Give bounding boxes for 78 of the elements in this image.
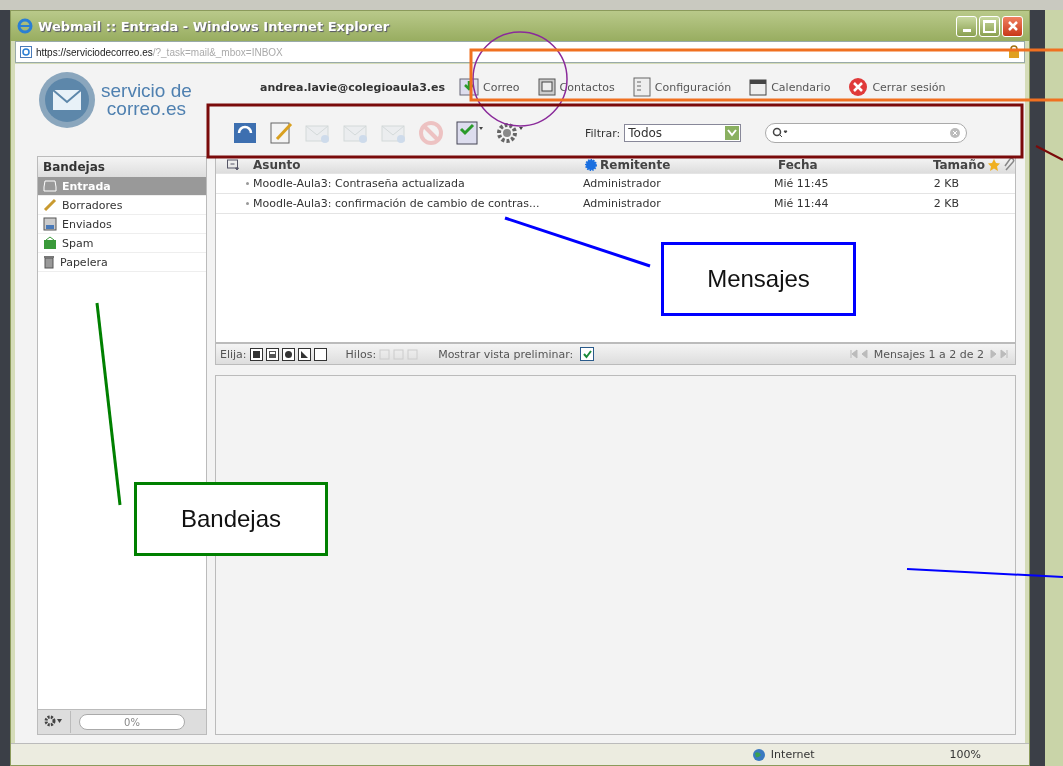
caret-icon (727, 129, 738, 137)
lock-icon (1008, 45, 1020, 59)
bullet-icon (246, 202, 249, 205)
printer-icon (43, 217, 57, 231)
select-all-icon[interactable] (249, 347, 263, 361)
date-cell-text: Mié 11:45 (774, 177, 830, 190)
close-button[interactable] (1002, 15, 1023, 37)
logo-text: correo.es (106, 100, 186, 118)
preview-checkbox[interactable] (580, 347, 595, 361)
column-header[interactable]: Tamaño (895, 157, 985, 172)
message-count: Mensajes 1 a 2 de 2 (873, 347, 984, 361)
sender-cell-text: Administrador (583, 177, 662, 190)
size-cell-text: 2 KB (932, 197, 959, 210)
message-row[interactable]: Moodle-Aula3: confirmación de cambio de contras... Administrador Mié 11:44 2 KB (216, 194, 1015, 214)
last-page-icon[interactable] (987, 349, 1009, 359)
panel-title: Bandejas (38, 157, 206, 177)
message-row[interactable]: Moodle-Aula3: Contraseña actualizada Administrador Mié 11:45 2 KB (216, 174, 1015, 194)
basket-icon (43, 236, 57, 250)
select-label: Elija: (220, 347, 247, 361)
status-burst-icon (585, 158, 597, 171)
select-page-icon[interactable] (265, 347, 279, 361)
bullet-icon (246, 182, 249, 185)
browser-logo-icon (17, 18, 33, 34)
nav-link[interactable]: Configuración (632, 77, 732, 97)
close-icon (1006, 20, 1019, 32)
address-bar[interactable]: https://serviciodecorreo.es/?_task=mail&_mbox=INBOX (15, 41, 1025, 63)
quota-reading: 0% (124, 716, 140, 728)
settings-button[interactable] (42, 711, 71, 733)
column-header[interactable]: Remitente (600, 157, 671, 172)
address-book-icon (537, 78, 556, 96)
logo-text: servicio de (101, 82, 192, 100)
zoom-level[interactable]: 100% (949, 748, 981, 761)
folder-item[interactable]: Papelera (38, 253, 206, 272)
select-invert-icon[interactable] (297, 347, 311, 361)
folder-item[interactable]: Borradores (38, 196, 206, 215)
nav-link[interactable]: Cerrar sesión (848, 77, 946, 97)
subject-cell-text: Moodle-Aula3: Contraseña actualizada (253, 177, 466, 190)
trash-icon (43, 255, 55, 269)
document-icon (632, 77, 651, 97)
select-unread-icon[interactable] (281, 347, 295, 361)
sender-cell-text: Administrador (583, 197, 662, 210)
nav-link[interactable]: Calendario (749, 78, 831, 96)
date-cell-text: Mié 11:44 (774, 197, 830, 210)
threads-label: Hilos: (345, 347, 377, 361)
column-header[interactable]: Asunto (253, 157, 583, 172)
paperclip-icon (1003, 157, 1015, 172)
callout-box: Bandejas (134, 482, 328, 556)
minimize-button[interactable] (956, 15, 977, 37)
nav-link[interactable]: Correo (459, 78, 520, 96)
calendar-icon (749, 78, 768, 96)
inbox-tray-icon (43, 180, 57, 192)
pencil-icon (43, 198, 57, 212)
select-none-icon[interactable] (313, 347, 327, 361)
column-header[interactable]: Fecha (778, 157, 893, 172)
folder-item[interactable]: Enviados (38, 215, 206, 234)
search-field[interactable] (765, 123, 968, 143)
maximize-button[interactable] (979, 15, 1000, 37)
size-cell-text: 2 KB (932, 177, 959, 190)
filter-label: Filtrar: (585, 126, 621, 140)
filter-dropdown[interactable]: Todos (624, 124, 742, 142)
folder-item[interactable]: Spam (38, 234, 206, 253)
globe-icon (751, 747, 766, 762)
close-circle-icon (848, 77, 869, 97)
window-title: Webmail :: Entrada - Windows Internet Explorer (38, 18, 390, 34)
url-text: https://serviciodecorreo.es/?_task=mail&_mbox=INBOX (36, 46, 283, 58)
subject-cell-text: Moodle-Aula3: confirmación de cambio de contras... (253, 197, 541, 210)
callout-box: Mensajes (661, 242, 856, 316)
star-icon (987, 157, 1001, 172)
page-icon (20, 46, 32, 58)
leader-line (1035, 145, 1063, 161)
search-icon (772, 127, 789, 139)
preview-label: Mostrar vista preliminar: (438, 347, 574, 361)
envelope-logo-icon (37, 70, 97, 130)
user-email: andrea.lavie@colegioaula3.es (260, 80, 445, 94)
first-page-icon[interactable] (848, 349, 871, 359)
security-zone: Internet (770, 748, 815, 761)
clear-icon[interactable] (950, 128, 961, 138)
gear-icon (44, 714, 64, 727)
